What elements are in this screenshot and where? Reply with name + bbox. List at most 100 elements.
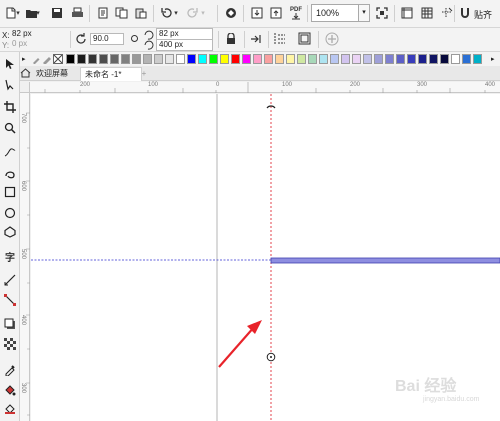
color-swatch[interactable]	[429, 54, 438, 64]
copy-icon[interactable]	[112, 4, 130, 22]
pick-tool-icon[interactable]	[2, 56, 18, 72]
eyedropper-tool-icon[interactable]	[2, 362, 18, 378]
publish-pdf-icon[interactable]: PDF	[287, 4, 305, 22]
color-swatch[interactable]	[176, 54, 185, 64]
color-swatch[interactable]	[286, 54, 295, 64]
zoom-tool-icon[interactable]	[2, 120, 18, 136]
color-swatch[interactable]	[451, 54, 460, 64]
horizontal-ruler[interactable]: 200 100 0 100 200 300 400	[30, 82, 500, 93]
ruler-origin[interactable]	[20, 82, 30, 93]
freehand-tool-icon[interactable]	[2, 144, 18, 160]
color-swatch[interactable]	[77, 54, 86, 64]
color-swatch[interactable]	[440, 54, 449, 64]
no-color-swatch[interactable]	[53, 54, 63, 64]
color-swatch[interactable]	[209, 54, 218, 64]
import-icon[interactable]	[248, 4, 266, 22]
search-icon[interactable]	[222, 4, 240, 22]
show-rulers-icon[interactable]	[398, 4, 416, 22]
transparency-tool-icon[interactable]	[2, 336, 18, 352]
v-ruler-label: 500	[20, 249, 26, 260]
color-swatch[interactable]	[154, 54, 163, 64]
eyedropper-palette-icon[interactable]	[32, 54, 42, 65]
smart-fill-icon[interactable]	[2, 400, 18, 416]
to-front-icon[interactable]	[250, 33, 264, 46]
height-field[interactable]: 400 px	[156, 39, 213, 51]
palette-scroll-left-icon[interactable]: ▸	[22, 55, 26, 63]
color-swatch[interactable]	[308, 54, 317, 64]
color-swatch[interactable]	[396, 54, 405, 64]
connector-tool-icon[interactable]	[2, 292, 18, 308]
export-icon[interactable]	[267, 4, 285, 22]
color-swatch[interactable]	[66, 54, 75, 64]
color-swatch[interactable]	[473, 54, 482, 64]
outline-style-icon[interactable]	[273, 32, 287, 46]
color-swatch[interactable]	[319, 54, 328, 64]
undo-dropdown-icon[interactable]: ▾	[172, 4, 180, 22]
show-grid-icon[interactable]	[418, 4, 436, 22]
print-icon[interactable]	[68, 4, 86, 22]
color-swatch[interactable]	[88, 54, 97, 64]
zoom-dropdown-icon[interactable]: ▾	[359, 4, 370, 22]
color-swatch[interactable]	[264, 54, 273, 64]
color-swatch[interactable]	[187, 54, 196, 64]
h-ruler-label: 200	[80, 82, 91, 88]
interactive-fill-icon[interactable]	[2, 382, 18, 398]
ellipse-tool-icon[interactable]	[2, 205, 18, 221]
color-swatch[interactable]	[462, 54, 471, 64]
snap-to-button[interactable]: 贴齐	[472, 3, 500, 23]
color-swatch[interactable]	[165, 54, 174, 64]
color-swatch[interactable]	[231, 54, 240, 64]
shape-tool-icon[interactable]	[2, 77, 18, 93]
color-swatch[interactable]	[220, 54, 229, 64]
open-dropdown-icon[interactable]: ▾	[34, 4, 42, 22]
color-swatch[interactable]	[253, 54, 262, 64]
add-circle-icon[interactable]	[325, 32, 339, 46]
color-swatch[interactable]	[407, 54, 416, 64]
tab-untitled-document[interactable]: 未命名 -1*	[80, 67, 142, 81]
zoom-level-input[interactable]: 100%	[311, 4, 359, 22]
palette-scroll-right-icon[interactable]: ▸	[491, 55, 495, 63]
save-icon[interactable]	[48, 4, 66, 22]
color-swatch[interactable]	[110, 54, 119, 64]
color-swatch[interactable]	[121, 54, 130, 64]
paste-icon[interactable]	[132, 4, 150, 22]
color-swatch[interactable]	[418, 54, 427, 64]
cut-icon[interactable]	[94, 4, 112, 22]
pen-palette-icon[interactable]	[42, 54, 52, 65]
rectangle-tool-icon[interactable]	[2, 184, 18, 200]
color-swatch[interactable]	[385, 54, 394, 64]
vertical-ruler[interactable]: 700 600 500 400 300	[20, 93, 30, 421]
redo-dropdown-icon[interactable]: ▾	[199, 4, 207, 22]
new-dropdown-icon[interactable]: ▾	[14, 4, 22, 22]
lock-ratio-icon[interactable]	[226, 32, 238, 46]
full-screen-icon[interactable]	[373, 4, 391, 22]
rotation-angle-field[interactable]: 90.0	[90, 33, 124, 45]
color-swatch[interactable]	[242, 54, 251, 64]
color-swatch[interactable]	[132, 54, 141, 64]
tab-welcome-label: 欢迎屏幕	[36, 69, 68, 78]
crop-tool-icon[interactable]	[2, 99, 18, 115]
home-icon[interactable]	[20, 66, 32, 80]
color-swatch[interactable]	[143, 54, 152, 64]
text-tool-icon[interactable]: 字	[2, 248, 18, 264]
color-swatch[interactable]	[363, 54, 372, 64]
color-swatch[interactable]	[330, 54, 339, 64]
color-swatch[interactable]	[297, 54, 306, 64]
color-swatch[interactable]	[341, 54, 350, 64]
polygon-tool-icon[interactable]	[2, 224, 18, 240]
drawing-canvas[interactable]: Bai 经验 jingyan.baidu.com	[31, 94, 500, 421]
color-swatch[interactable]	[198, 54, 207, 64]
color-palette: ▸ ▸	[20, 52, 500, 66]
color-swatch[interactable]	[352, 54, 361, 64]
show-guidelines-icon[interactable]	[437, 4, 455, 22]
frame-icon[interactable]	[298, 32, 312, 46]
y-position-field[interactable]: 0 px	[10, 39, 66, 51]
color-swatch[interactable]	[374, 54, 383, 64]
color-swatch[interactable]	[275, 54, 284, 64]
drop-shadow-icon[interactable]	[2, 316, 18, 332]
h-ruler-label: 0	[216, 82, 220, 88]
add-tab-button[interactable]: +	[137, 67, 151, 81]
color-swatch[interactable]	[99, 54, 108, 64]
parallel-dimension-icon[interactable]	[2, 272, 18, 288]
artistic-media-icon[interactable]	[2, 165, 18, 181]
